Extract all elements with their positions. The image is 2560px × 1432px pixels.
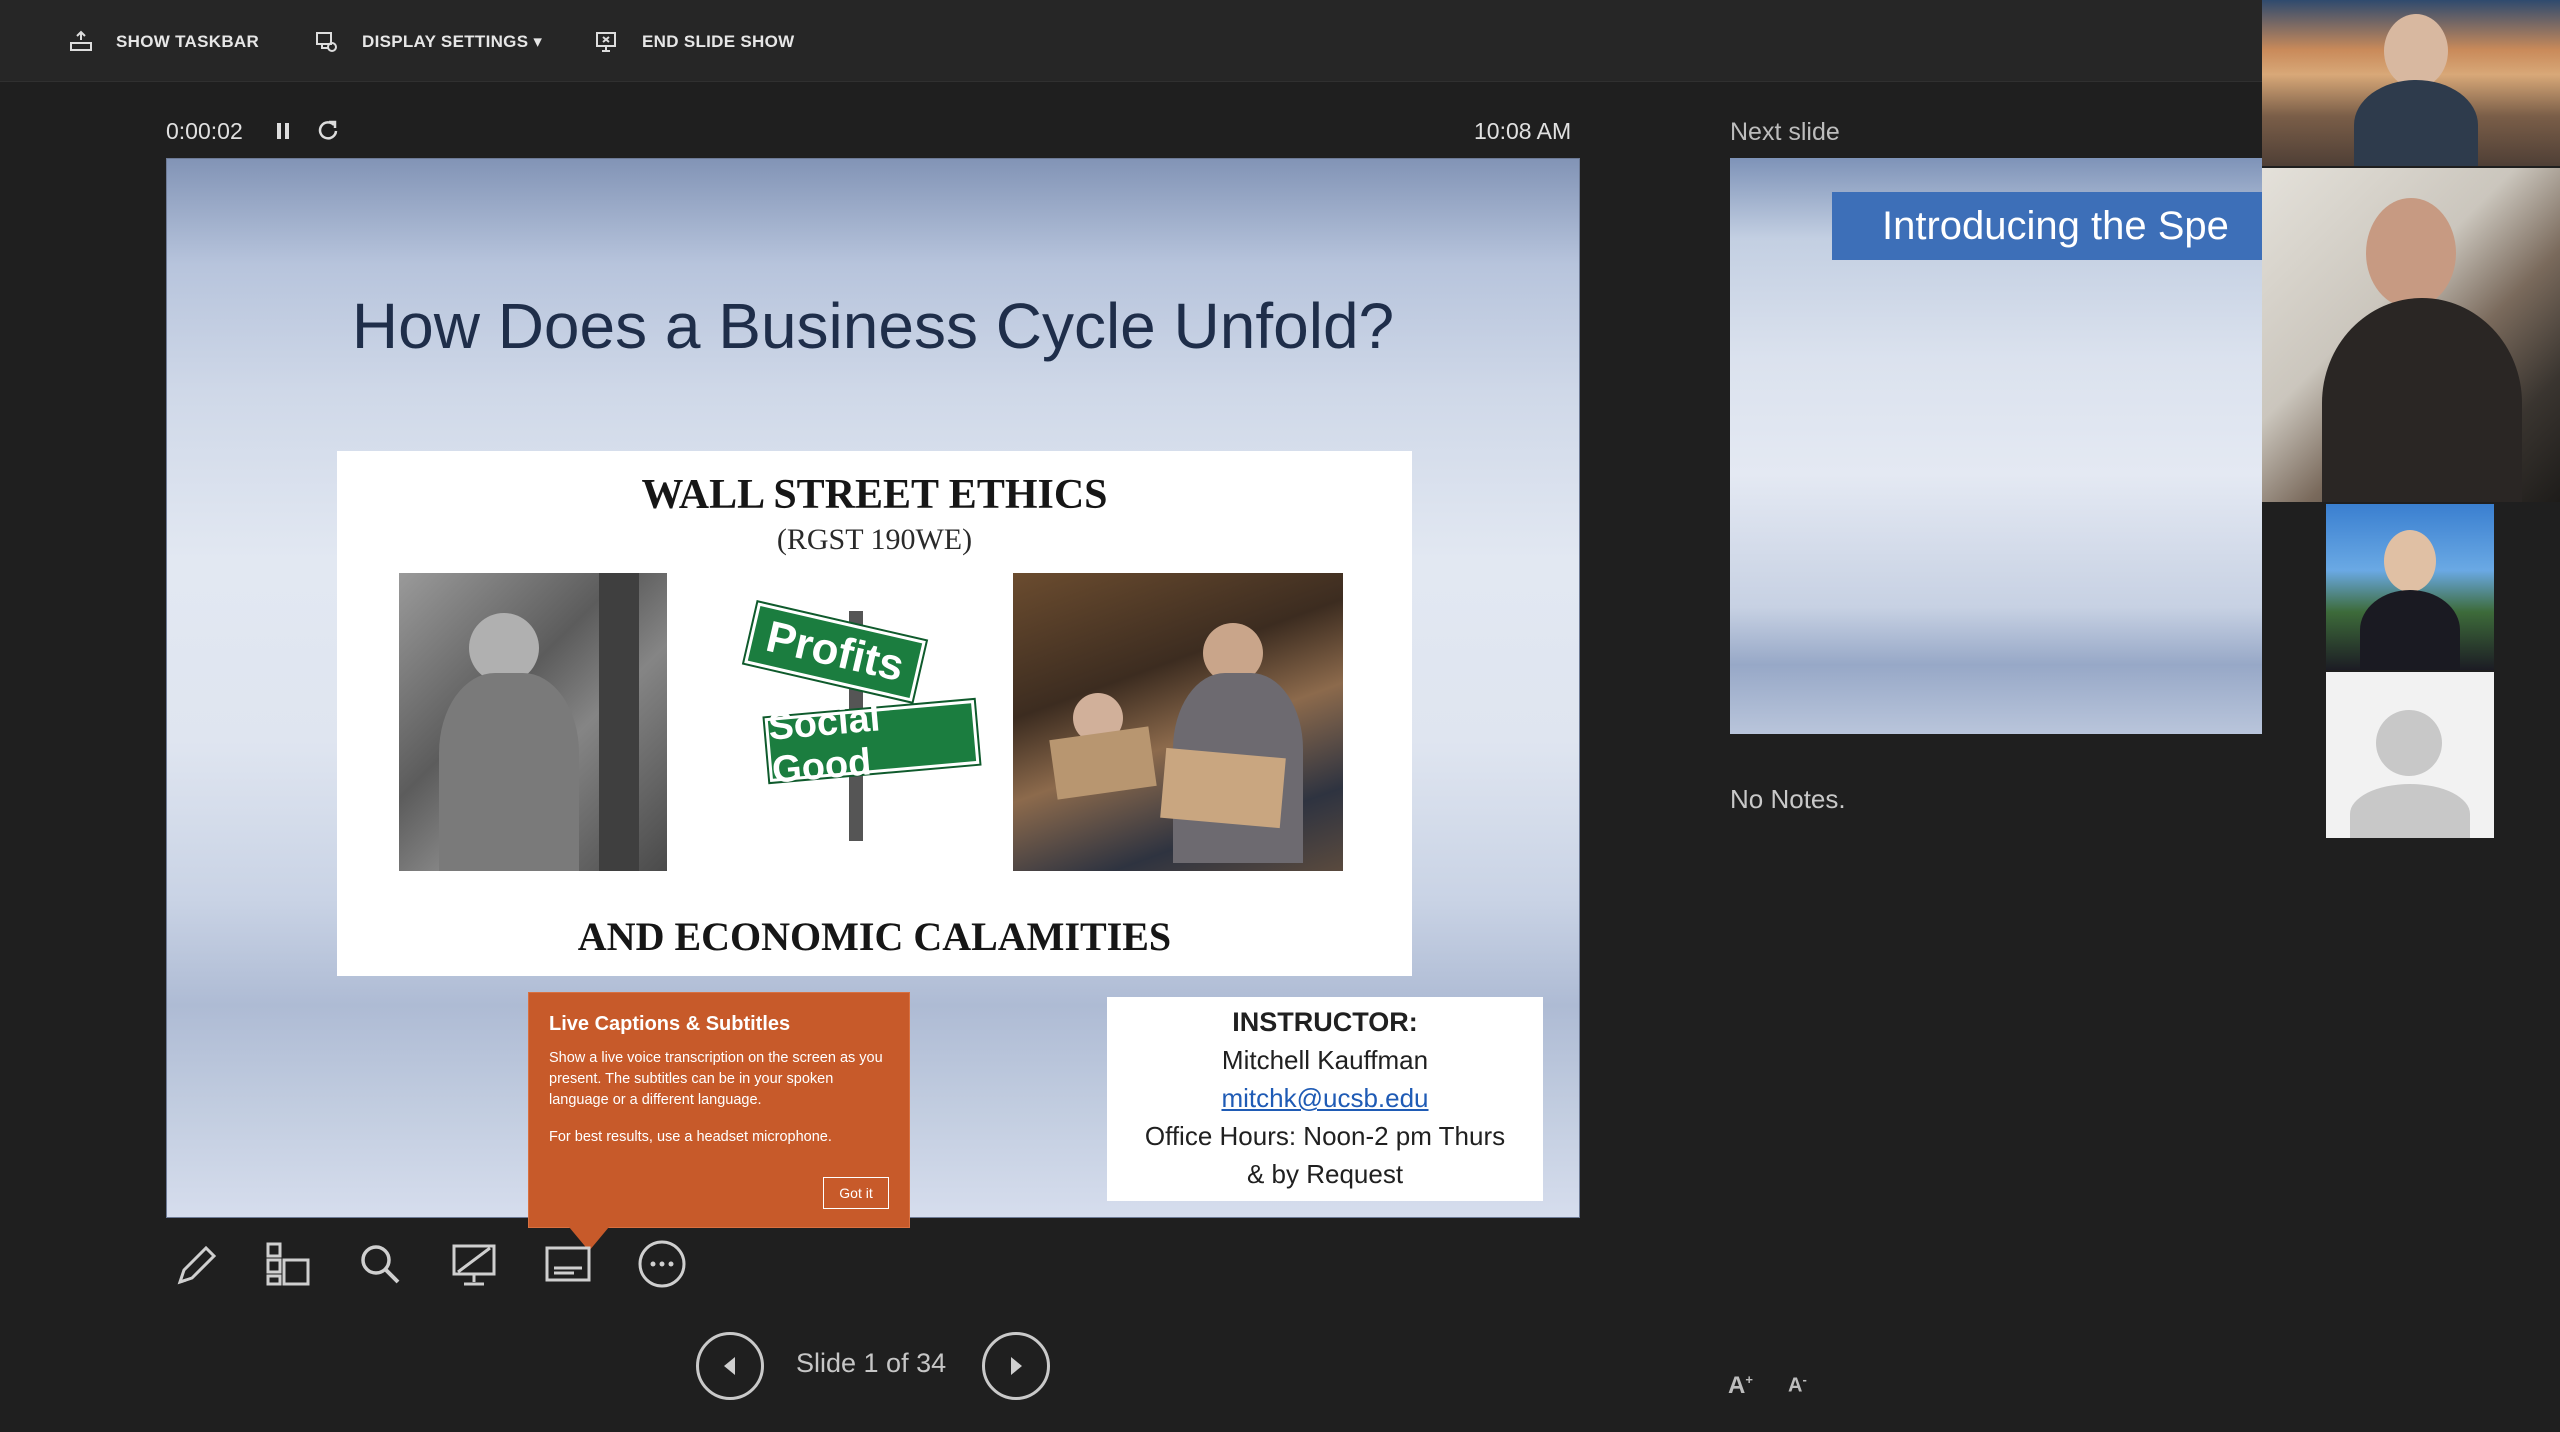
more-options-button[interactable] <box>632 1234 692 1294</box>
family-photo-right <box>1013 573 1343 871</box>
previous-slide-button[interactable] <box>696 1332 764 1400</box>
increase-font-button[interactable]: A+ <box>1728 1372 1753 1400</box>
show-taskbar-button[interactable]: SHOW TASKBAR <box>68 24 259 60</box>
office-hours-line-2: & by Request <box>1246 1159 1404 1189</box>
next-slide-banner: Introducing the Spe <box>1832 192 2262 260</box>
instructor-email-link[interactable]: mitchk@ucsb.edu <box>1107 1079 1543 1117</box>
participant-3-head <box>2384 530 2436 592</box>
zoom-icon <box>361 1245 400 1284</box>
instructor-name: Mitchell Kauffman <box>1221 1045 1429 1075</box>
participant-1-head <box>2384 14 2448 88</box>
toggle-subtitles-button[interactable] <box>538 1234 598 1294</box>
display-settings-label: DISPLAY SETTINGS ▾ <box>362 32 543 51</box>
show-taskbar-label: SHOW TASKBAR <box>116 32 260 51</box>
next-slide-label: Next slide <box>1730 118 1840 146</box>
tooltip-hint: For best results, use a headset micropho… <box>549 1129 832 1145</box>
speaker-notes: No Notes. <box>1730 784 1846 814</box>
historical-photo-left <box>399 573 667 871</box>
participant-1-body <box>2354 80 2478 166</box>
next-icon <box>1011 1357 1022 1375</box>
end-slide-show-label: END SLIDE SHOW <box>642 32 795 51</box>
see-all-slides-button[interactable] <box>258 1234 318 1294</box>
pause-timer-button[interactable] <box>272 118 294 144</box>
tooltip-got-it-button[interactable]: Got it <box>823 1177 889 1209</box>
next-slide-preview[interactable]: Introducing the Spe <box>1730 158 2262 734</box>
course-subtitle: AND ECONOMIC CALAMITIES <box>577 914 1172 959</box>
participant-video-2 <box>2262 168 2560 502</box>
see-all-slides-icon <box>266 1242 310 1286</box>
participant-avatar-placeholder <box>2326 672 2494 838</box>
black-screen-button[interactable] <box>444 1234 504 1294</box>
pen-tool-button[interactable] <box>166 1234 226 1294</box>
subtitles-icon <box>545 1246 591 1282</box>
presenter-toolbar: SHOW TASKBAR DISPLAY SETTINGS ▾ END SLID… <box>0 0 2262 82</box>
instructor-label: INSTRUCTOR: <box>1232 1007 1418 1037</box>
pause-icon <box>277 123 289 139</box>
reset-icon <box>318 120 338 140</box>
previous-icon <box>724 1357 735 1375</box>
decrease-font-label: A <box>1788 1374 1803 1397</box>
participant-2-body <box>2322 298 2522 502</box>
increase-font-label: A <box>1728 1372 1746 1399</box>
participant-3-body <box>2360 590 2460 670</box>
zoom-button[interactable] <box>350 1234 410 1294</box>
black-screen-icon <box>452 1244 496 1286</box>
tooltip-title: Live Captions & Subtitles <box>549 1013 791 1035</box>
live-captions-tooltip: Live Captions & Subtitles Show a live vo… <box>528 992 910 1251</box>
avatar-body <box>2350 784 2470 838</box>
social-good-sign: Social Good <box>764 697 980 792</box>
restart-timer-button[interactable] <box>314 116 342 144</box>
course-title: WALL STREET ETHICS <box>641 472 1108 518</box>
course-cover-image: WALL STREET ETHICS (RGST 190WE) Profits … <box>337 451 1412 976</box>
office-hours-line-1: Office Hours: Noon-2 pm Thurs <box>1144 1121 1506 1151</box>
display-settings-icon <box>316 32 337 52</box>
next-slide-button[interactable] <box>982 1332 1050 1400</box>
participant-video-1 <box>2262 0 2560 166</box>
tooltip-body: Show a live voice transcription on the s… <box>549 1050 883 1108</box>
end-show-icon <box>596 32 616 52</box>
current-time: 10:08 AM <box>1474 118 1572 144</box>
course-code: (RGST 190WE) <box>776 523 973 556</box>
slide-counter[interactable]: Slide 1 of 34 <box>796 1348 946 1379</box>
taskbar-icon <box>70 30 92 51</box>
elapsed-timer: 0:00:02 <box>166 118 243 144</box>
slide-title: How Does a Business Cycle Unfold? <box>351 290 1395 362</box>
display-settings-button[interactable]: DISPLAY SETTINGS ▾ <box>314 24 542 60</box>
profits-sign: Profits <box>744 602 926 702</box>
avatar-head <box>2376 710 2442 776</box>
participant-video-3 <box>2326 504 2494 670</box>
decrease-font-button[interactable]: A- <box>1788 1372 1807 1398</box>
more-options-icon <box>638 1240 686 1288</box>
instructor-info-box: INSTRUCTOR: Mitchell Kauffman mitchk@ucs… <box>1107 997 1543 1201</box>
end-slide-show-button[interactable]: END SLIDE SHOW <box>594 24 795 60</box>
pen-icon <box>177 1245 217 1285</box>
street-signs-image: Profits Social Good <box>737 601 987 851</box>
participant-2-head <box>2366 198 2456 308</box>
